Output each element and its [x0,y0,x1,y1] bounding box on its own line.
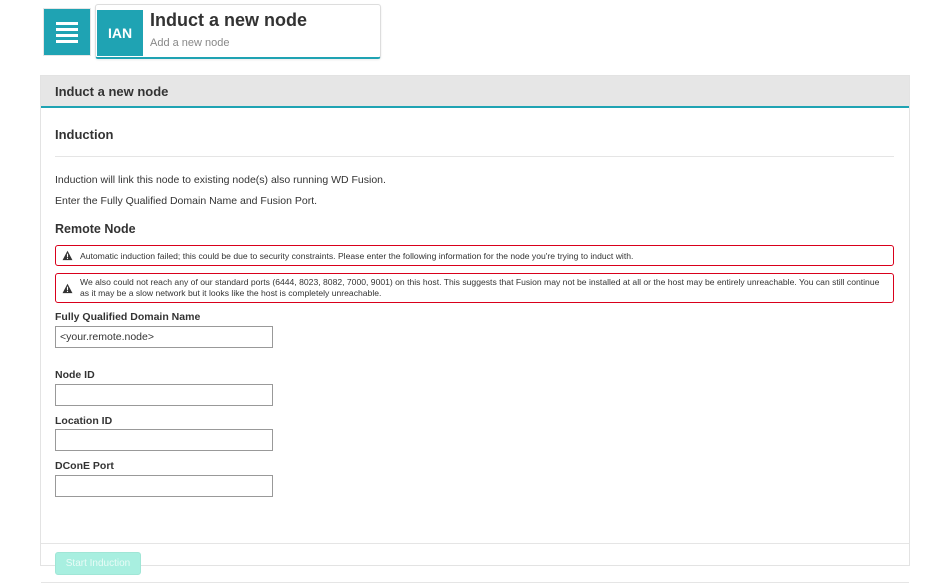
alert-text: We also could not reach any of our stand… [80,277,880,298]
location-id-label: Location ID [55,415,113,427]
fqdn-input[interactable] [55,326,273,348]
page-title: Induct a new node [150,10,308,30]
warning-icon [62,283,73,294]
menu-button[interactable] [43,8,91,56]
start-induction-button[interactable]: Start Induction [55,552,141,575]
remote-node-title: Remote Node [55,222,136,236]
page-subtitle: Add a new node [150,37,230,49]
title-card: IAN Induct a new node Add a new node [95,4,381,59]
divider [55,156,894,157]
top-bar: IAN Induct a new node Add a new node [41,4,381,59]
alert-text: Automatic induction failed; this could b… [80,251,634,261]
fqdn-label: Fully Qualified Domain Name [55,311,201,323]
induct-panel: Induct a new node Induction Induction wi… [40,75,910,583]
location-id-input[interactable] [55,429,273,451]
app-badge: IAN [97,10,143,56]
panel-heading: Induct a new node [41,76,909,108]
dcone-port-label: DConE Port [55,460,114,472]
instruction-text: Enter the Fully Qualified Domain Name an… [55,195,318,207]
alert-ports-unreachable: We also could not reach any of our stand… [55,273,894,303]
section-title: Induction [55,127,114,142]
description-text: Induction will link this node to existin… [55,174,386,186]
dcone-port-input[interactable] [55,475,273,497]
node-id-input[interactable] [55,384,273,406]
footer-divider [41,543,909,544]
warning-icon [62,250,73,261]
hamburger-menu-icon [56,19,78,46]
alert-induction-failed: Automatic induction failed; this could b… [55,245,894,266]
node-id-label: Node ID [55,369,95,381]
